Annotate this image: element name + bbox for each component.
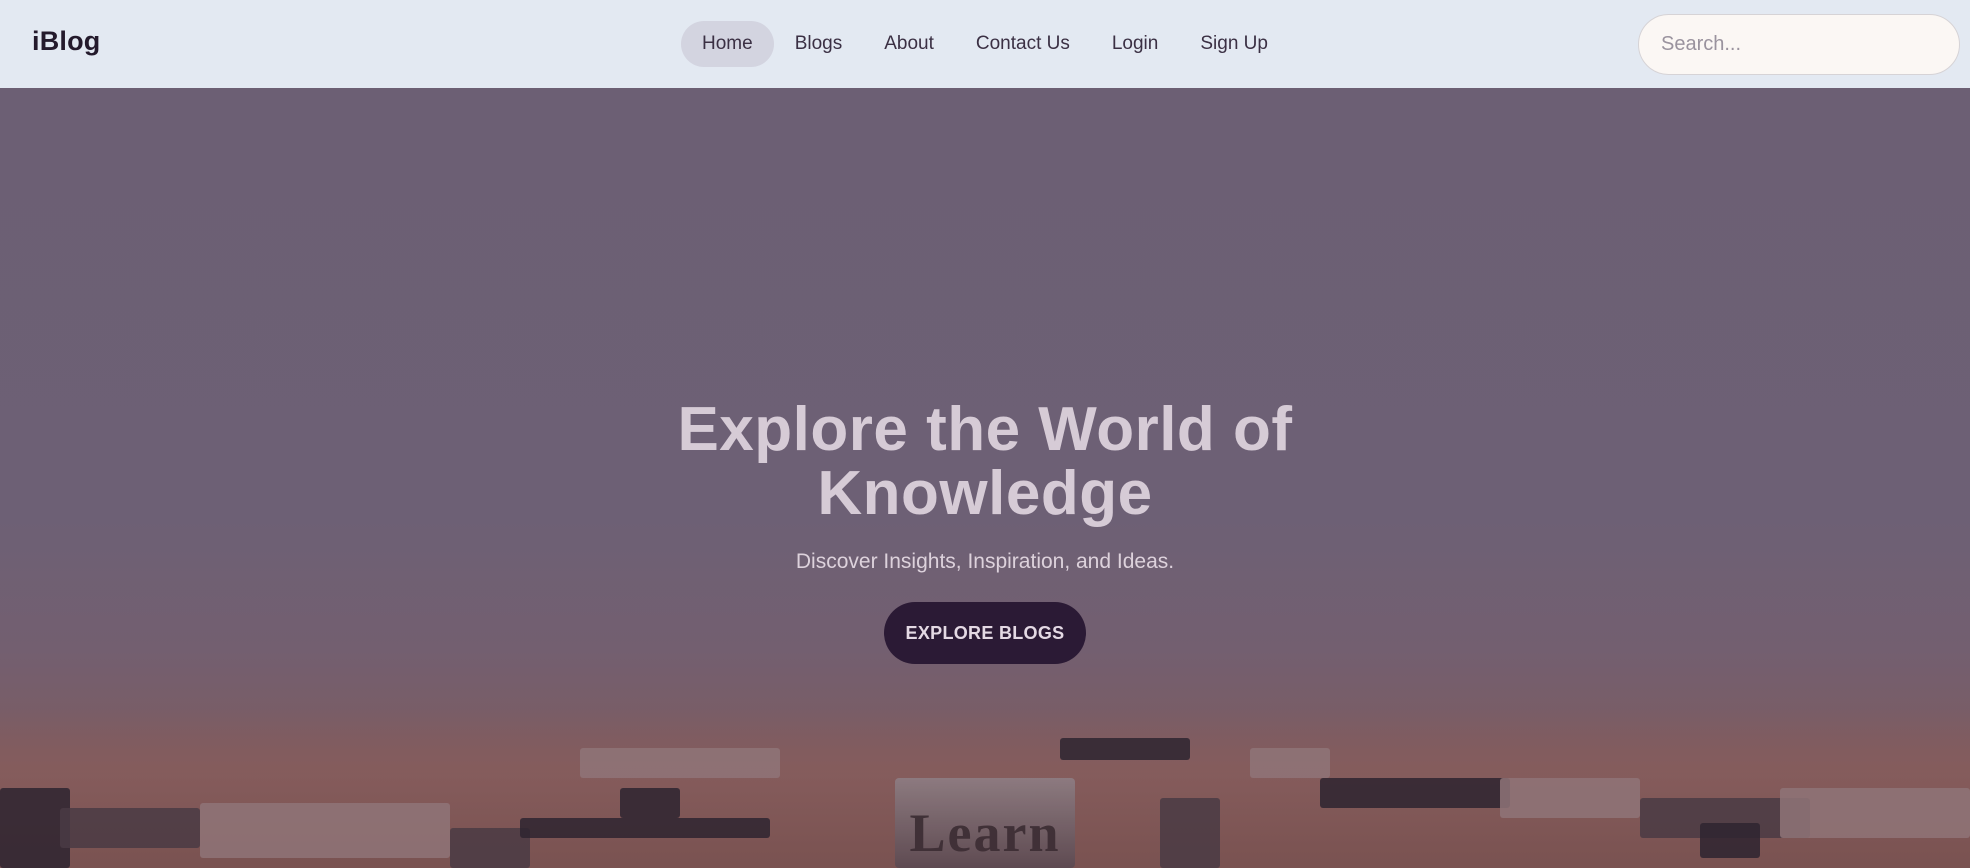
hero-background-block [580, 748, 780, 778]
hero-background-block [1320, 778, 1510, 808]
hero-background-block [1250, 748, 1330, 778]
hero-background-block [520, 818, 770, 838]
hero-background-block [200, 803, 450, 858]
hero-section: Learn Explore the World of Knowledge Dis… [0, 88, 1970, 868]
nav-link-contact-us[interactable]: Contact Us [955, 21, 1091, 67]
hero-background-block [1500, 778, 1640, 818]
hero-background-block [620, 788, 680, 818]
search-input[interactable] [1638, 14, 1960, 75]
nav-link-home[interactable]: Home [681, 21, 774, 67]
nav-link-about[interactable]: About [863, 21, 955, 67]
nav-link-login[interactable]: Login [1091, 21, 1180, 67]
nav-link-blogs[interactable]: Blogs [774, 21, 864, 67]
hero-background-block [1160, 798, 1220, 868]
hero-background-learn-tile: Learn [895, 778, 1075, 868]
hero-background-block [1700, 823, 1760, 858]
hero-subtitle: Discover Insights, Inspiration, and Idea… [795, 550, 1175, 573]
main-nav: Home Blogs About Contact Us Login Sign U… [681, 21, 1289, 67]
top-navbar: iBlog Home Blogs About Contact Us Login … [0, 0, 1970, 88]
nav-link-sign-up[interactable]: Sign Up [1179, 21, 1289, 67]
hero-background-block [60, 808, 200, 848]
explore-blogs-button[interactable]: EXPLORE BLOGS [883, 602, 1087, 664]
hero-title: Explore the World of Knowledge [677, 395, 1293, 528]
brand-logo[interactable]: iBlog [32, 26, 101, 57]
hero-background-block [450, 828, 530, 868]
hero-background-block [1780, 788, 1970, 838]
hero-background-block [1060, 738, 1190, 760]
hero-content: Explore the World of Knowledge Discover … [0, 398, 1970, 664]
